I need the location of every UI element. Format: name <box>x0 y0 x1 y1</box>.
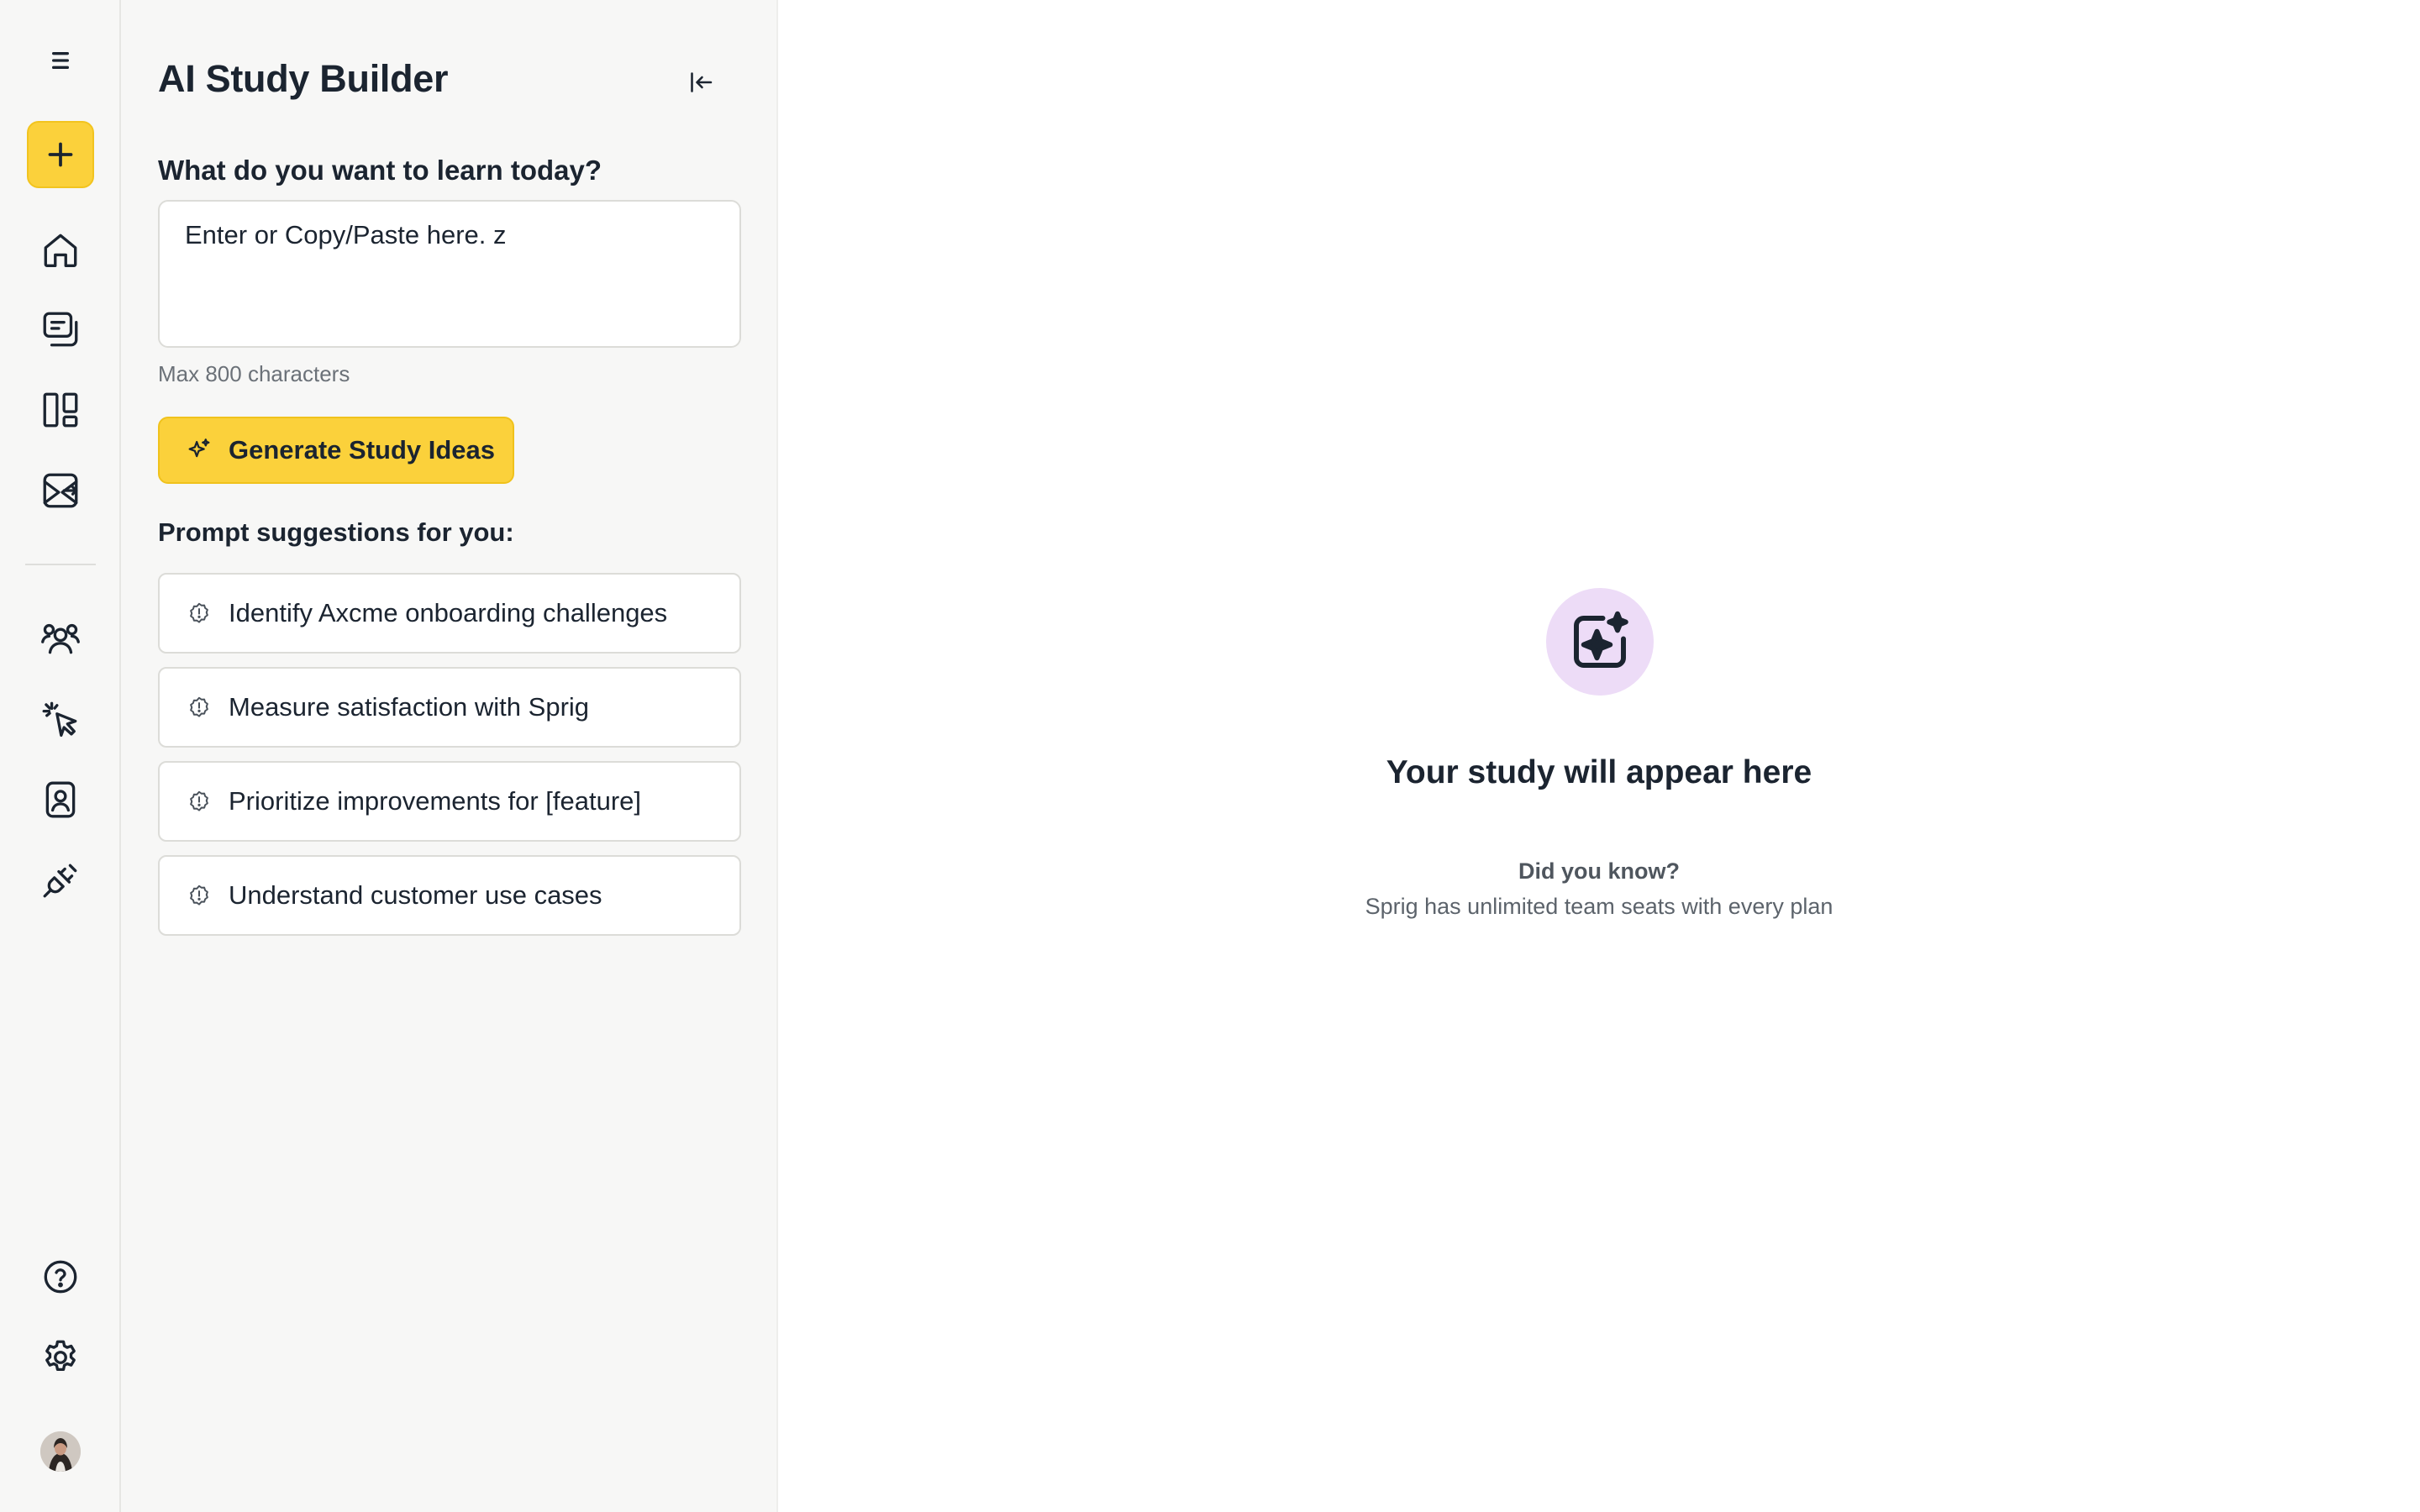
nav-insights[interactable] <box>27 457 94 524</box>
suggestion-item[interactable]: Prioritize improvements for [feature] <box>158 761 741 842</box>
study-preview-area: Your study will appear here Did you know… <box>778 0 2420 1512</box>
contact-badge-icon <box>45 781 76 818</box>
nav-dashboard[interactable] <box>27 376 94 444</box>
plug-icon <box>43 864 77 898</box>
learn-question-label: What do you want to learn today? <box>158 155 602 186</box>
badge-alert-icon <box>190 790 208 811</box>
collapse-left-icon <box>691 72 713 92</box>
badge-alert-icon <box>190 696 208 717</box>
suggestion-item[interactable]: Measure satisfaction with Sprig <box>158 667 741 748</box>
plus-icon <box>48 142 73 167</box>
help-button[interactable] <box>27 1243 94 1310</box>
did-you-know-label: Did you know? <box>1518 858 1680 884</box>
settings-button[interactable] <box>27 1324 94 1391</box>
team-icon <box>41 623 80 654</box>
nav-contacts[interactable] <box>27 766 94 833</box>
tip-text: Sprig has unlimited team seats with ever… <box>1365 894 1833 919</box>
char-limit-hint: Max 800 characters <box>158 361 350 386</box>
menu-button[interactable] <box>27 27 94 94</box>
suggestions-heading: Prompt suggestions for you: <box>158 517 514 547</box>
badge-alert-icon <box>190 602 208 623</box>
generate-button-label: Generate Study Ideas <box>229 435 496 465</box>
nav-click-tests[interactable] <box>27 685 94 753</box>
panel-title: AI Study Builder <box>158 57 449 100</box>
dashboard-icon <box>43 392 78 428</box>
icon-rail <box>0 0 121 1512</box>
suggestion-label: Prioritize improvements for [feature] <box>229 786 642 816</box>
help-icon <box>44 1260 77 1294</box>
badge-alert-icon <box>190 885 208 906</box>
nav-home[interactable] <box>27 217 94 284</box>
menu-icon <box>52 52 70 70</box>
generate-study-ideas-button[interactable]: Generate Study Ideas <box>158 417 514 484</box>
collapse-panel-button[interactable] <box>681 62 721 102</box>
suggestion-label: Understand customer use cases <box>229 880 602 910</box>
suggestion-item[interactable]: Identify Axcme onboarding challenges <box>158 573 741 654</box>
settings-icon <box>45 1340 76 1372</box>
ai-sparkle-icon <box>1574 611 1628 668</box>
studies-icon <box>43 312 78 347</box>
learn-input[interactable]: Enter or Copy/Paste here. z <box>158 200 741 348</box>
suggestion-item[interactable]: Understand customer use cases <box>158 855 741 936</box>
create-button[interactable] <box>27 121 94 188</box>
user-avatar[interactable] <box>40 1431 81 1472</box>
sparkle-icon <box>188 438 210 458</box>
empty-state-title: Your study will appear here <box>1386 754 1812 790</box>
nav-team[interactable] <box>27 605 94 672</box>
nav-studies[interactable] <box>27 296 94 363</box>
study-builder-panel: AI Study Builder What do you want to lea… <box>121 0 778 1512</box>
click-cursor-icon <box>42 701 77 738</box>
suggestion-label: Measure satisfaction with Sprig <box>229 692 590 722</box>
rail-divider <box>25 564 96 565</box>
insights-icon <box>43 473 78 508</box>
suggestion-label: Identify Axcme onboarding challenges <box>229 598 668 627</box>
nav-integrations[interactable] <box>27 847 94 914</box>
study-placeholder-badge <box>1546 588 1654 696</box>
home-icon <box>44 234 77 267</box>
